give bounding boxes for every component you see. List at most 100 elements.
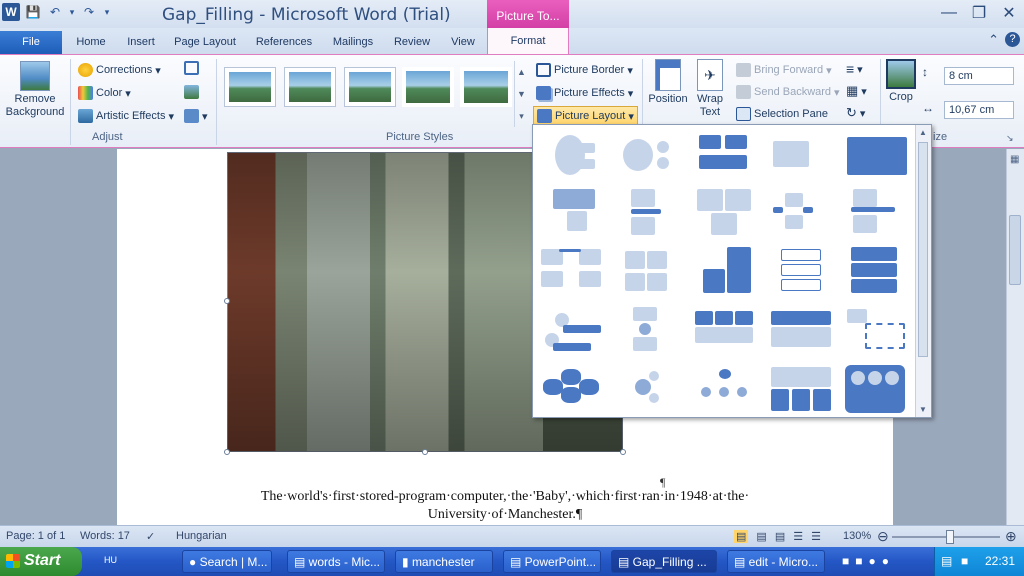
resize-handle[interactable] bbox=[224, 298, 230, 304]
layout-option[interactable] bbox=[841, 307, 907, 357]
tab-file[interactable]: File bbox=[0, 31, 62, 54]
layout-option[interactable] bbox=[767, 365, 833, 415]
gallery-scroll-thumb[interactable] bbox=[918, 142, 928, 357]
rotate-button[interactable]: ↻ ▾ bbox=[846, 105, 865, 121]
outline-icon[interactable]: ☰ bbox=[793, 530, 803, 543]
layout-option[interactable] bbox=[693, 189, 759, 239]
picture-border-button[interactable]: Picture Border ▾ bbox=[536, 63, 633, 77]
wrap-text-button[interactable]: ✈ Wrap Text bbox=[692, 59, 728, 119]
width-field[interactable]: 10,67 cm bbox=[944, 101, 1014, 119]
layout-option[interactable] bbox=[693, 131, 759, 181]
selection-pane-button[interactable]: Selection Pane bbox=[736, 107, 828, 121]
scroll-down-icon[interactable]: ▼ bbox=[919, 405, 927, 414]
gallery-scroll-buttons[interactable]: ▲ ▼ ▾ bbox=[514, 61, 528, 127]
app-icon[interactable]: ● bbox=[882, 554, 889, 568]
undo-dropdown-icon[interactable]: ▾ bbox=[68, 3, 76, 21]
taskbar-item-powerpoint[interactable]: ▤ PowerPoint... bbox=[503, 550, 601, 573]
crop-button[interactable]: Crop bbox=[884, 59, 918, 103]
artistic-effects-button[interactable]: Artistic Effects ▾ bbox=[78, 109, 174, 123]
layout-option[interactable] bbox=[539, 307, 605, 357]
network-icon[interactable]: ▤ bbox=[941, 554, 952, 568]
zoom-slider-thumb[interactable] bbox=[946, 530, 954, 544]
start-button[interactable]: Start bbox=[0, 547, 82, 576]
web-layout-icon[interactable]: ▤ bbox=[775, 530, 785, 543]
app-icon[interactable]: ■ bbox=[842, 554, 849, 568]
resize-handle[interactable] bbox=[422, 449, 428, 455]
picture-style-5[interactable] bbox=[460, 67, 512, 107]
minimize-icon[interactable]: — bbox=[938, 2, 960, 24]
save-icon[interactable]: 💾 bbox=[24, 3, 42, 21]
layout-option[interactable] bbox=[841, 189, 907, 239]
layout-option[interactable] bbox=[619, 307, 685, 357]
language-bar[interactable]: HU bbox=[104, 555, 117, 565]
dialog-launcher-icon[interactable]: ↘ bbox=[1006, 133, 1014, 144]
layout-option[interactable] bbox=[539, 247, 605, 297]
resize-handle[interactable] bbox=[620, 449, 626, 455]
redo-icon[interactable]: ↷ bbox=[80, 3, 98, 21]
undo-icon[interactable]: ↶ bbox=[46, 3, 64, 21]
layout-option[interactable] bbox=[547, 189, 613, 239]
layout-option[interactable] bbox=[539, 365, 605, 415]
change-picture-button[interactable] bbox=[184, 85, 199, 99]
word-count[interactable]: Words: 17 bbox=[80, 530, 130, 542]
picture-layout-button[interactable]: Picture Layout ▾ bbox=[533, 106, 638, 126]
language-indicator[interactable]: Hungarian bbox=[176, 530, 227, 542]
layout-option[interactable] bbox=[841, 365, 907, 415]
close-icon[interactable]: ✕ bbox=[998, 2, 1020, 24]
layout-option[interactable] bbox=[767, 307, 833, 357]
layout-option[interactable] bbox=[841, 131, 907, 181]
full-screen-reading-icon[interactable]: ▤ bbox=[756, 530, 766, 543]
draft-icon[interactable]: ☰ bbox=[811, 530, 821, 543]
send-backward-button[interactable]: Send Backward ▾ bbox=[736, 85, 840, 99]
picture-style-4[interactable] bbox=[402, 67, 454, 107]
resize-handle[interactable] bbox=[224, 449, 230, 455]
compress-pictures-button[interactable] bbox=[184, 61, 199, 75]
tab-references[interactable]: References bbox=[252, 32, 316, 54]
spelling-check-icon[interactable]: ✓ bbox=[146, 530, 155, 543]
picture-effects-button[interactable]: Picture Effects ▾ bbox=[536, 86, 633, 100]
zoom-in-icon[interactable]: ⊕ bbox=[1005, 528, 1017, 545]
customize-toolbar-icon[interactable]: ▾ bbox=[102, 3, 112, 21]
layout-option[interactable] bbox=[767, 131, 833, 181]
taskbar-item-gap-filling[interactable]: ▤ Gap_Filling ... bbox=[611, 550, 717, 573]
clock[interactable]: 22:31 bbox=[985, 554, 1015, 568]
zoom-out-icon[interactable]: ⊖ bbox=[877, 528, 889, 545]
layout-option[interactable] bbox=[619, 247, 685, 297]
tab-home[interactable]: Home bbox=[72, 32, 110, 54]
layout-option[interactable] bbox=[693, 307, 759, 357]
taskbar-item-search[interactable]: ● Search | M... bbox=[182, 550, 272, 573]
volume-icon[interactable]: ■ bbox=[961, 554, 968, 568]
layout-option[interactable] bbox=[693, 365, 759, 415]
minimize-ribbon-icon[interactable]: ⌃ bbox=[988, 32, 999, 48]
vertical-scrollbar[interactable] bbox=[1006, 149, 1024, 525]
tab-view[interactable]: View bbox=[447, 32, 479, 54]
tab-insert[interactable]: Insert bbox=[122, 32, 160, 54]
ruler-toggle-icon[interactable]: ▦ bbox=[1010, 154, 1019, 165]
tab-page-layout[interactable]: Page Layout bbox=[172, 32, 238, 54]
picture-style-2[interactable] bbox=[284, 67, 336, 107]
restore-icon[interactable]: ❐ bbox=[968, 2, 990, 24]
layout-option[interactable] bbox=[619, 189, 685, 239]
layout-option[interactable] bbox=[619, 131, 685, 181]
taskbar-item-manchester[interactable]: ▮ manchester bbox=[395, 550, 493, 573]
position-button[interactable]: Position bbox=[646, 59, 690, 105]
align-button[interactable]: ≡ ▾ bbox=[846, 61, 863, 77]
color-button[interactable]: Color ▾ bbox=[78, 86, 131, 100]
bring-forward-button[interactable]: Bring Forward ▾ bbox=[736, 63, 832, 77]
zoom-level[interactable]: 130% bbox=[843, 530, 871, 542]
caption-text[interactable]: The·world's·first·stored-program·compute… bbox=[200, 488, 810, 524]
picture-style-1[interactable] bbox=[224, 67, 276, 107]
tab-format[interactable]: Format bbox=[487, 28, 569, 54]
vertical-scroll-thumb[interactable] bbox=[1009, 215, 1021, 285]
height-field[interactable]: 8 cm bbox=[944, 67, 1014, 85]
app-icon[interactable]: ■ bbox=[855, 554, 862, 568]
layout-option[interactable] bbox=[619, 365, 685, 415]
help-icon[interactable]: ? bbox=[1005, 32, 1020, 47]
remove-background-button[interactable]: Remove Background bbox=[6, 61, 64, 119]
group-button[interactable]: ▦ ▾ bbox=[846, 83, 867, 99]
reset-picture-button[interactable]: ▾ bbox=[184, 109, 208, 123]
layout-option[interactable] bbox=[767, 247, 833, 297]
layout-option[interactable] bbox=[767, 189, 833, 239]
print-layout-icon[interactable]: ▤ bbox=[734, 530, 749, 543]
corrections-button[interactable]: Corrections ▾ bbox=[78, 63, 161, 77]
